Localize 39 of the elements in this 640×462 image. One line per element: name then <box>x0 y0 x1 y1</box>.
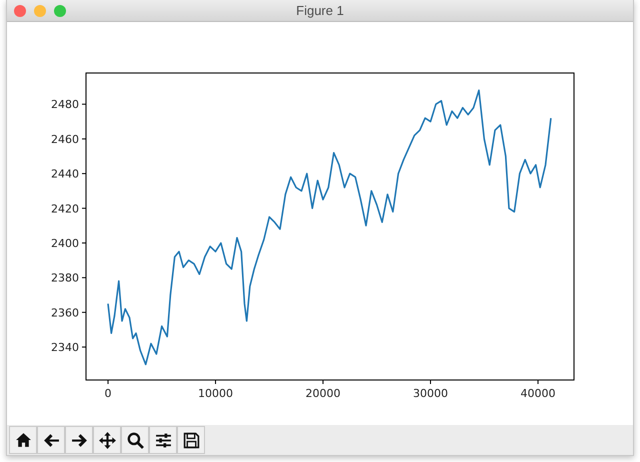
home-icon <box>14 432 32 448</box>
move-icon <box>98 432 116 448</box>
x-tick-mark <box>108 380 109 384</box>
y-tick-mark <box>82 208 86 209</box>
y-tick-label: 2400 <box>51 236 79 250</box>
y-tick-label: 2340 <box>51 341 79 354</box>
y-tick-mark <box>82 138 86 140</box>
subplots-button[interactable] <box>149 426 177 454</box>
x-tick-mark <box>430 380 431 384</box>
pan-button[interactable] <box>93 426 121 454</box>
search-icon <box>126 432 144 448</box>
x-tick-label: 10000 <box>198 387 234 400</box>
forward-button[interactable] <box>65 426 93 454</box>
y-tick-label: 2360 <box>51 306 79 320</box>
y-tick-mark <box>82 346 86 348</box>
sliders-icon <box>154 432 172 448</box>
x-tick-label: 40000 <box>520 387 556 400</box>
left-arrow-icon <box>42 432 60 448</box>
x-tick-mark <box>322 380 324 384</box>
x-tick-label: 30000 <box>413 387 448 400</box>
x-tick-label: 0 <box>104 387 112 400</box>
y-tick-label: 2460 <box>51 132 79 146</box>
y-tick-label: 2440 <box>51 168 79 181</box>
y-tick-label: 2420 <box>51 202 79 216</box>
y-tick-mark <box>82 312 86 313</box>
y-tick-label: 2480 <box>51 98 79 112</box>
y-tick-label: 2380 <box>51 272 79 285</box>
window-title: Figure 1 <box>296 2 344 20</box>
right-arrow-icon <box>70 432 88 448</box>
x-tick-label: 20000 <box>306 387 341 400</box>
save-button[interactable] <box>177 426 205 454</box>
y-tick-mark <box>82 277 86 278</box>
y-tick-mark <box>82 173 86 174</box>
zoom-button-tool[interactable] <box>121 426 149 454</box>
y-tick-mark <box>82 242 86 244</box>
x-tick-mark <box>215 380 216 384</box>
home-button[interactable] <box>9 426 37 454</box>
back-button[interactable] <box>37 426 65 454</box>
y-tick-mark <box>82 104 86 105</box>
